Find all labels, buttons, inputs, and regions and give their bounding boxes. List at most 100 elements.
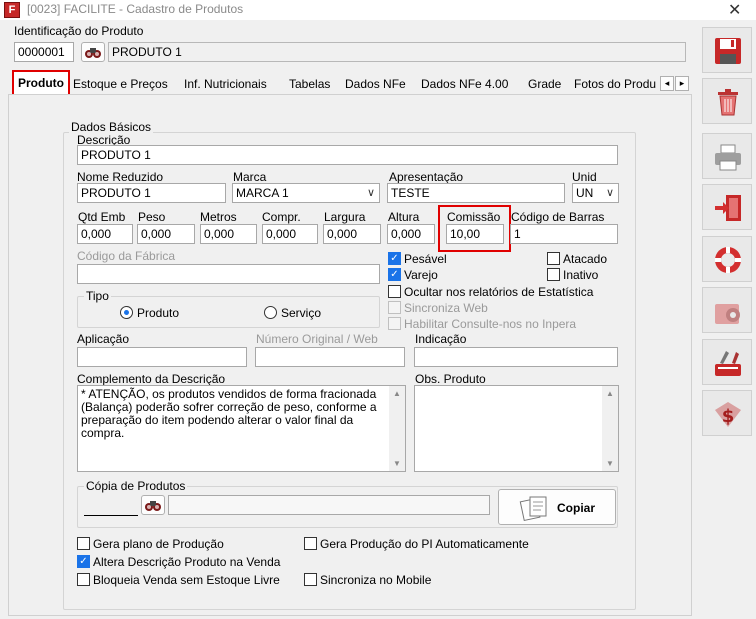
copia-search-button[interactable] — [141, 495, 165, 515]
inativo-label: Inativo — [563, 268, 599, 282]
tab-dados-nfe[interactable]: Dados NFe — [345, 74, 406, 94]
tab-scroll-left-icon[interactable]: ◂ — [660, 76, 674, 91]
marca-value: MARCA 1 — [236, 186, 289, 200]
scroll-up-icon[interactable]: ▲ — [393, 389, 401, 398]
marca-label: Marca — [233, 170, 267, 184]
nome-reduzido-field[interactable]: PRODUTO 1 — [77, 183, 226, 203]
ocultar-checkbox[interactable] — [388, 285, 401, 298]
sincroniza-mobile-checkbox[interactable] — [304, 573, 317, 586]
codigo-barras-field[interactable]: 1 — [510, 224, 618, 244]
tab-scroll-right-icon[interactable]: ▸ — [675, 76, 689, 91]
nome-reduzido-label: Nome Reduzido — [77, 170, 164, 184]
gera-plano-label: Gera plano de Produção — [93, 537, 224, 551]
descricao-field[interactable]: PRODUTO 1 — [77, 145, 618, 165]
complemento-scrollbar[interactable]: ▲ ▼ — [389, 386, 405, 471]
compr-field[interactable]: 0,000 — [262, 224, 318, 244]
codigo-fabrica-field[interactable] — [77, 264, 380, 284]
scroll-down-icon[interactable]: ▼ — [393, 459, 401, 468]
price-button[interactable]: $ — [702, 390, 752, 436]
comissao-field[interactable]: 10,00 — [446, 224, 504, 244]
atacado-checkbox[interactable] — [547, 252, 560, 265]
settings-icon — [715, 304, 740, 324]
copia-produtos-label: Cópia de Produtos — [84, 479, 188, 493]
product-name-field[interactable]: PRODUTO 1 — [108, 42, 686, 62]
tab-inf-nutricionais[interactable]: Inf. Nutricionais — [184, 74, 267, 94]
altura-field[interactable]: 0,000 — [387, 224, 435, 244]
obs-produto-memo[interactable]: ▲ ▼ — [414, 385, 619, 472]
varejo-label: Varejo — [404, 268, 438, 282]
atacado-label: Atacado — [563, 252, 608, 266]
binoculars-icon — [145, 501, 161, 511]
tab-dados-nfe-400[interactable]: Dados NFe 4.00 — [421, 74, 508, 94]
tipo-servico-radio[interactable] — [264, 306, 277, 319]
print-button[interactable] — [702, 133, 752, 179]
numero-original-field[interactable] — [255, 347, 405, 367]
indicacao-field[interactable] — [414, 347, 618, 367]
scroll-up-icon[interactable]: ▲ — [606, 389, 614, 398]
gera-plano-checkbox[interactable] — [77, 537, 90, 550]
delete-button[interactable] — [702, 78, 752, 124]
inativo-checkbox[interactable] — [547, 268, 560, 281]
scroll-down-icon[interactable]: ▼ — [606, 459, 614, 468]
obs-produto-label: Obs. Produto — [415, 372, 486, 386]
help-button[interactable] — [702, 236, 752, 282]
tab-fotos-produto[interactable]: Fotos do Produ — [574, 74, 660, 94]
copy-icon — [519, 496, 547, 522]
altera-descricao-label: Altera Descrição Produto na Venda — [93, 555, 281, 569]
marca-select[interactable]: MARCA 1 ∨ — [232, 183, 380, 203]
dados-basicos-label: Dados Básicos — [69, 120, 154, 134]
aplicacao-field[interactable] — [77, 347, 247, 367]
obs-scrollbar[interactable]: ▲ ▼ — [602, 386, 618, 471]
metros-field[interactable]: 0,000 — [200, 224, 257, 244]
window-title: [0023] FACILITE - Cadastro de Produtos — [27, 2, 244, 16]
codigo-fabrica-label: Código da Fábrica — [77, 249, 176, 263]
compr-label: Compr. — [262, 210, 301, 224]
exit-button[interactable] — [702, 184, 752, 230]
identificacao-label: Identificação do Produto — [14, 24, 144, 38]
varejo-checkbox[interactable]: ✓ — [388, 268, 401, 281]
qtd-emb-label: Qtd Emb — [78, 210, 126, 224]
svg-text:$: $ — [722, 406, 735, 427]
complemento-memo[interactable]: * ATENÇÃO, os produtos vendidos de forma… — [77, 385, 406, 472]
price-icon: $ — [715, 402, 741, 427]
copia-name-field[interactable] — [168, 495, 490, 515]
settings-button[interactable] — [702, 287, 752, 333]
product-code-field[interactable]: 0000001 — [14, 42, 74, 62]
tipo-produto-radio[interactable] — [120, 306, 133, 319]
delete-icon — [718, 89, 738, 116]
unid-select[interactable]: UN ∨ — [572, 183, 619, 203]
tab-grade[interactable]: Grade — [528, 74, 561, 94]
largura-field[interactable]: 0,000 — [323, 224, 381, 244]
largura-label: Largura — [324, 210, 366, 224]
bloqueia-venda-label: Bloqueia Venda sem Estoque Livre — [93, 573, 280, 587]
tab-estoque-precos[interactable]: Estoque e Preços — [73, 74, 168, 94]
peso-field[interactable]: 0,000 — [137, 224, 195, 244]
indicacao-label: Indicação — [415, 332, 467, 346]
sincroniza-web-label: Sincroniza Web — [404, 301, 488, 315]
close-icon[interactable]: ✕ — [728, 0, 741, 20]
tab-produto[interactable]: Produto — [12, 70, 70, 96]
sincroniza-web-checkbox[interactable] — [388, 301, 401, 314]
habilitar-consulte-checkbox[interactable] — [388, 317, 401, 330]
codigo-barras-label: Código de Barras — [511, 210, 605, 224]
unid-value: UN — [576, 186, 594, 200]
save-button[interactable] — [702, 27, 752, 73]
bloqueia-venda-checkbox[interactable] — [77, 573, 90, 586]
tools-button[interactable] — [702, 339, 752, 385]
app-logo-icon: F — [4, 2, 20, 18]
gera-producao-pi-checkbox[interactable] — [304, 537, 317, 550]
copiar-button[interactable]: Copiar — [498, 489, 616, 525]
gera-producao-pi-label: Gera Produção do PI Automaticamente — [320, 537, 529, 551]
search-product-button[interactable] — [81, 42, 105, 62]
altera-descricao-checkbox[interactable]: ✓ — [77, 555, 90, 568]
title-bar: F [0023] FACILITE - Cadastro de Produtos… — [0, 0, 756, 20]
habilitar-consulte-label: Habilitar Consulte-nos no Inpera — [404, 317, 577, 331]
pesavel-checkbox[interactable]: ✓ — [388, 252, 401, 265]
copia-code-field[interactable] — [84, 496, 138, 516]
tools-icon — [715, 351, 741, 376]
apresentacao-field[interactable]: TESTE — [387, 183, 565, 203]
complemento-label: Complemento da Descrição — [77, 372, 226, 386]
qtd-emb-field[interactable]: 0,000 — [77, 224, 133, 244]
tab-tabelas[interactable]: Tabelas — [289, 74, 330, 94]
sincroniza-mobile-label: Sincroniza no Mobile — [320, 573, 432, 587]
